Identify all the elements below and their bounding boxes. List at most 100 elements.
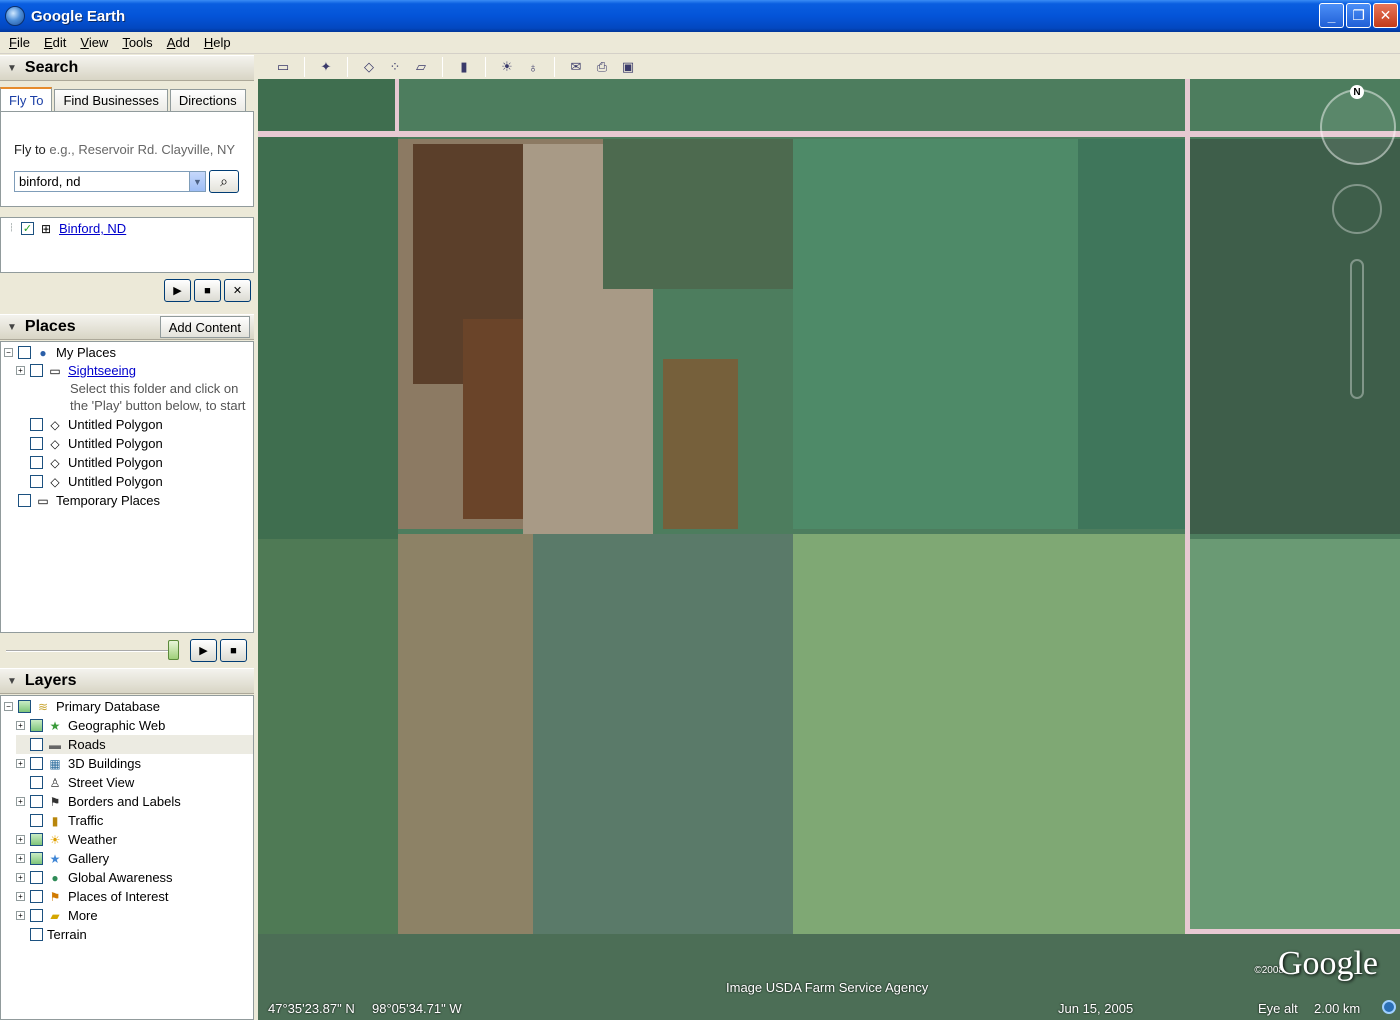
slider-handle[interactable] (168, 640, 179, 660)
menu-tools[interactable]: Tools (115, 35, 159, 50)
sidebar-toggle-icon[interactable]: ▭ (272, 57, 294, 77)
add-content-button[interactable]: Add Content (159, 316, 250, 338)
layer-weather[interactable]: + ☀ Weather (16, 830, 117, 849)
search-result-link[interactable]: Binford, ND (59, 221, 126, 236)
google-logo: Google (1277, 945, 1378, 982)
collapse-icon[interactable]: − (4, 348, 13, 357)
add-path-icon[interactable]: ⁘ (384, 57, 406, 77)
layer-geographic-web[interactable]: + ★ Geographic Web (16, 716, 165, 735)
google-earth-logo-icon (5, 6, 25, 26)
zoom-slider[interactable] (1350, 259, 1364, 399)
look-joystick[interactable] (1332, 184, 1382, 234)
stop-icon[interactable]: ■ (194, 279, 221, 302)
grid-icon: ⊞ (40, 221, 52, 236)
search-icon[interactable]: ⌕ (209, 170, 239, 193)
switch-to-sky-icon[interactable]: ♁ (522, 57, 544, 77)
tree-item-polygon[interactable]: ◇ Untitled Polygon (30, 434, 163, 453)
places-controls: ▶ ■ (190, 639, 247, 663)
layers-tree: − ≋ Primary Database + ★ Geographic Web … (0, 695, 254, 1020)
tab-directions[interactable]: Directions (169, 89, 246, 111)
chevron-down-icon[interactable]: ▼ (189, 172, 205, 191)
fly-to-panel: Fly to e.g., Reservoir Rd. Clayville, NY… (0, 111, 254, 207)
road (1188, 929, 1400, 934)
email-icon[interactable]: ✉ (565, 57, 587, 77)
places-panel-header[interactable]: ▼ Places Add Content (0, 314, 254, 340)
sunlight-icon[interactable]: ☀ (496, 57, 518, 77)
tree-item-sightseeing[interactable]: + ▭ Sightseeing (16, 361, 136, 380)
ruler-icon[interactable]: ▮ (453, 57, 475, 77)
layer-global-awareness[interactable]: + ● Global Awareness (16, 868, 173, 887)
result-checkbox[interactable]: ✓ (21, 222, 34, 235)
database-icon: ≋ (37, 699, 49, 714)
tree-item-temporary-places[interactable]: ▭ Temporary Places (18, 491, 160, 510)
tab-find-businesses[interactable]: Find Businesses (54, 89, 168, 111)
toolbar: ▭ ✦ ◇ ⁘ ▱ ▮ ☀ ♁ ✉ ⎙ ▣ (258, 55, 1400, 79)
tree-item-polygon[interactable]: ◇ Untitled Polygon (30, 453, 163, 472)
folder-icon: ▭ (49, 363, 61, 378)
add-polygon-icon[interactable]: ◇ (358, 57, 380, 77)
collapse-arrow-icon[interactable]: ▼ (7, 322, 17, 333)
expand-icon[interactable]: + (16, 366, 25, 375)
minimize-button[interactable]: _ (1319, 3, 1344, 28)
polygon-icon: ◇ (50, 474, 60, 489)
layer-gallery[interactable]: + ★ Gallery (16, 849, 109, 868)
stop-icon[interactable]: ■ (220, 639, 247, 662)
fly-to-input[interactable] (14, 171, 206, 192)
tab-fly-to[interactable]: Fly To (0, 87, 53, 111)
print-icon[interactable]: ⎙ (591, 57, 613, 77)
layer-terrain[interactable]: Terrain (30, 925, 87, 944)
polygon-icon: ◇ (50, 417, 60, 432)
flag-icon: ⚑ (49, 889, 61, 904)
person-icon: ♙ (49, 775, 61, 790)
menu-help[interactable]: Help (197, 35, 238, 50)
play-icon[interactable]: ▶ (164, 279, 191, 302)
polygon-icon: ◇ (50, 455, 60, 470)
layer-street-view[interactable]: ♙ Street View (16, 773, 134, 792)
compass-north-icon[interactable]: N (1350, 85, 1364, 99)
navigation-ring[interactable] (1320, 89, 1396, 165)
maximize-button[interactable]: ❐ (1346, 3, 1371, 28)
layer-primary-database[interactable]: − ≋ Primary Database (4, 697, 160, 716)
tree-item-my-places[interactable]: − ● My Places (4, 343, 116, 362)
clear-icon[interactable]: ✕ (224, 279, 251, 302)
title-bar: Google Earth _ ❐ ✕ (0, 0, 1400, 32)
layer-borders-and-labels[interactable]: + ⚑ Borders and Labels (16, 792, 181, 811)
view-in-maps-icon[interactable]: ▣ (617, 57, 639, 77)
menu-edit[interactable]: Edit (37, 35, 73, 50)
streaming-progress-icon (1382, 1000, 1396, 1014)
add-placemark-icon[interactable]: ✦ (315, 57, 337, 77)
add-image-overlay-icon[interactable]: ▱ (410, 57, 432, 77)
layer-places-of-interest[interactable]: + ⚑ Places of Interest (16, 887, 168, 906)
play-icon[interactable]: ▶ (190, 639, 217, 662)
layer-more[interactable]: + ▰ More (16, 906, 98, 925)
map-view[interactable]: N Image USDA Farm Service Agency ©2008 G… (258, 79, 1400, 1020)
layer-3d-buildings[interactable]: + ▦ 3D Buildings (16, 754, 141, 773)
sun-icon: ☀ (49, 832, 61, 847)
tree-item-polygon[interactable]: ◇ Untitled Polygon (30, 472, 163, 491)
tree-item-polygon[interactable]: ◇ Untitled Polygon (30, 415, 163, 434)
menu-view[interactable]: View (73, 35, 115, 50)
globe-icon: ● (39, 345, 47, 360)
status-bar: 47°35'23.87" N 98°05'34.71" W Jun 15, 20… (258, 999, 1400, 1020)
polygon-icon: ◇ (50, 436, 60, 451)
tour-speed-slider[interactable] (6, 650, 176, 652)
globe-icon: ● (51, 870, 59, 885)
search-tabs: Fly To Find Businesses Directions (0, 87, 254, 111)
close-button[interactable]: ✕ (1373, 3, 1398, 28)
eye-alt-label: Eye alt (1258, 1001, 1298, 1016)
layers-panel-header[interactable]: ▼ Layers (0, 668, 254, 694)
traffic-light-icon: ▮ (51, 813, 59, 828)
menu-add[interactable]: Add (160, 35, 197, 50)
search-panel-header[interactable]: ▼ Search (0, 55, 254, 81)
collapse-arrow-icon[interactable]: ▼ (7, 63, 17, 74)
collapse-arrow-icon[interactable]: ▼ (7, 676, 17, 687)
search-result-item[interactable]: ┆ ✓ ⊞ Binford, ND (7, 219, 126, 238)
menu-file[interactable]: File (2, 35, 37, 50)
road (258, 131, 1400, 137)
fly-to-label: Fly to (14, 142, 46, 157)
sidebar: ▼ Search Fly To Find Businesses Directio… (0, 55, 258, 1020)
layer-roads[interactable]: ▬ Roads (16, 735, 253, 754)
road (395, 79, 399, 134)
layers-header-label: Layers (24, 672, 77, 689)
layer-traffic[interactable]: ▮ Traffic (16, 811, 103, 830)
